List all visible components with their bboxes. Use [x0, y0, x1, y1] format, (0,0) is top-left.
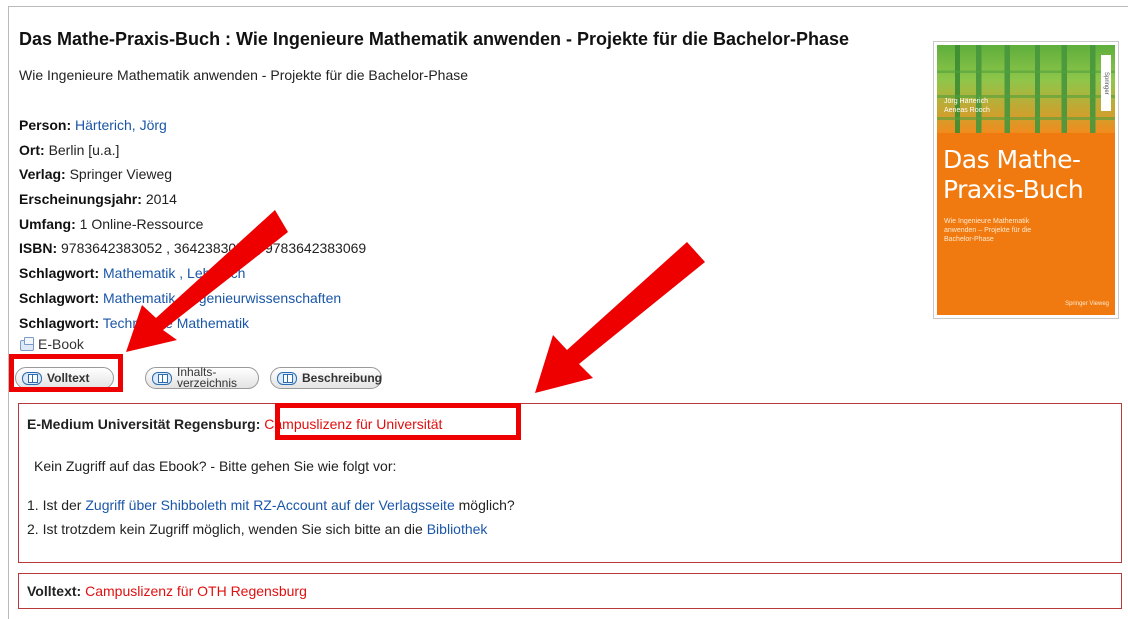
- meta-schlagwort-label: Schlagwort:: [19, 265, 100, 282]
- inhaltsverzeichnis-button[interactable]: Inhalts- verzeichnis: [145, 366, 259, 390]
- access-notice: Kein Zugriff auf das Ebook? - Bitte gehe…: [34, 458, 397, 474]
- meta-verlag-label: Verlag:: [19, 166, 66, 183]
- inhaltsverzeichnis-button-label: Inhalts- verzeichnis: [177, 366, 238, 390]
- fulltext-panel-label: Volltext:: [27, 583, 82, 599]
- cover-title: Das Mathe- Praxis-Buch: [943, 145, 1084, 205]
- shibboleth-link[interactable]: Zugriff über Shibboleth mit RZ-Account a…: [85, 497, 454, 513]
- metadata-list: Person: Härterich, Jörg Ort: Berlin [u.a…: [19, 116, 366, 338]
- meta-jahr: Erscheinungsjahr: 2014: [19, 190, 366, 215]
- cover-author-1: Jörg Härterich: [944, 98, 988, 105]
- schlagwort-link-2[interactable]: Mathematik , Ingenieurwissenschaften: [103, 290, 341, 306]
- meta-jahr-label: Erscheinungsjahr:: [19, 191, 142, 208]
- meta-person-label: Person:: [19, 117, 72, 133]
- cover-subtitle: Wie Ingenieure Mathematik anwenden – Pro…: [944, 218, 1032, 243]
- meta-umfang: Umfang: 1 Online-Ressource: [19, 215, 366, 240]
- record-subtitle: Wie Ingenieure Mathematik anwenden - Pro…: [19, 67, 469, 83]
- access-step-1: 1. Ist der Zugriff über Shibboleth mit R…: [27, 497, 515, 513]
- record-title: Das Mathe-Praxis-Buch : Wie Ingenieure M…: [19, 29, 850, 49]
- person-link[interactable]: Härterich, Jörg: [75, 117, 167, 133]
- left-border: [8, 6, 9, 619]
- beschreibung-button[interactable]: Beschreibung: [270, 367, 382, 389]
- meta-isbn-value: 9783642383052 , 364238305X , 97836423830…: [61, 240, 367, 257]
- step1-suffix: möglich?: [454, 497, 515, 513]
- book-cover[interactable]: Springer Jörg Härterich Aeneas Rooch Das…: [933, 41, 1119, 319]
- top-border: [8, 6, 1128, 7]
- ebook-icon: [19, 337, 35, 351]
- meta-schlagwort-label: Schlagwort:: [19, 289, 100, 306]
- cover-image: Springer Jörg Härterich Aeneas Rooch Das…: [937, 45, 1115, 315]
- fulltext-panel-content: Volltext: Campuslizenz für OTH Regensbur…: [27, 583, 307, 599]
- cover-author-2: Aeneas Rooch: [944, 107, 990, 114]
- schlagwort-link-1[interactable]: Mathematik , Lehrbuch: [103, 265, 245, 281]
- meta-ort: Ort: Berlin [u.a.]: [19, 141, 366, 166]
- meta-schlagwort-label: Schlagwort:: [19, 314, 100, 331]
- meta-ort-value: Berlin [u.a.]: [48, 141, 120, 158]
- cover-authors: Jörg Härterich Aeneas Rooch: [944, 97, 990, 115]
- meta-jahr-value: 2014: [145, 191, 177, 208]
- meta-verlag-value: Springer Vieweg: [69, 166, 173, 183]
- access-step-2: 2. Ist trotzdem kein Zugriff möglich, we…: [27, 521, 487, 537]
- meta-isbn-label: ISBN:: [19, 240, 58, 257]
- campuslizenz-highlight-box: [275, 403, 521, 440]
- arrow-campuslizenz: [535, 242, 705, 393]
- meta-umfang-value: 1 Online-Ressource: [79, 215, 204, 232]
- inhalt-line2: verzeichnis: [177, 376, 238, 390]
- step1-prefix: 1. Ist der: [27, 497, 86, 513]
- cover-publisher: Springer Vieweg: [1065, 301, 1109, 307]
- meta-schlagwort-1: Schlagwort: Mathematik , Lehrbuch: [19, 264, 366, 289]
- cover-title-line2: Praxis-Buch: [943, 175, 1084, 204]
- description-icon: [277, 371, 297, 385]
- toc-icon: [152, 371, 172, 385]
- step2-prefix: 2. Ist trotzdem kein Zugriff möglich, we…: [27, 521, 427, 537]
- schlagwort-link-3[interactable]: Technische Mathematik: [103, 315, 249, 331]
- meta-person: Person: Härterich, Jörg: [19, 116, 366, 141]
- catalog-record-page: Das Mathe-Praxis-Buch : Wie Ingenieure M…: [0, 0, 1128, 619]
- cover-graphic-overlay: [937, 45, 1115, 133]
- media-type-label: E-Book: [38, 336, 84, 352]
- meta-schlagwort-3: Schlagwort: Technische Mathematik: [19, 314, 366, 339]
- bibliothek-link[interactable]: Bibliothek: [427, 521, 488, 537]
- meta-verlag: Verlag: Springer Vieweg: [19, 165, 366, 190]
- meta-umfang-label: Umfang:: [19, 215, 76, 232]
- cover-title-line1: Das Mathe-: [943, 145, 1081, 174]
- meta-ort-label: Ort:: [19, 141, 45, 158]
- meta-isbn: ISBN: 9783642383052 , 364238305X , 97836…: [19, 239, 366, 264]
- cover-series-label: Springer: [1101, 55, 1111, 111]
- access-panel-label: E-Medium Universität Regensburg:: [27, 416, 261, 432]
- media-type: E-Book: [19, 336, 84, 352]
- beschreibung-button-label: Beschreibung: [302, 371, 383, 385]
- volltext-highlight-box: [9, 354, 123, 392]
- campuslizenz-oth-link[interactable]: Campuslizenz für OTH Regensburg: [85, 583, 307, 599]
- meta-schlagwort-2: Schlagwort: Mathematik , Ingenieurwissen…: [19, 289, 366, 314]
